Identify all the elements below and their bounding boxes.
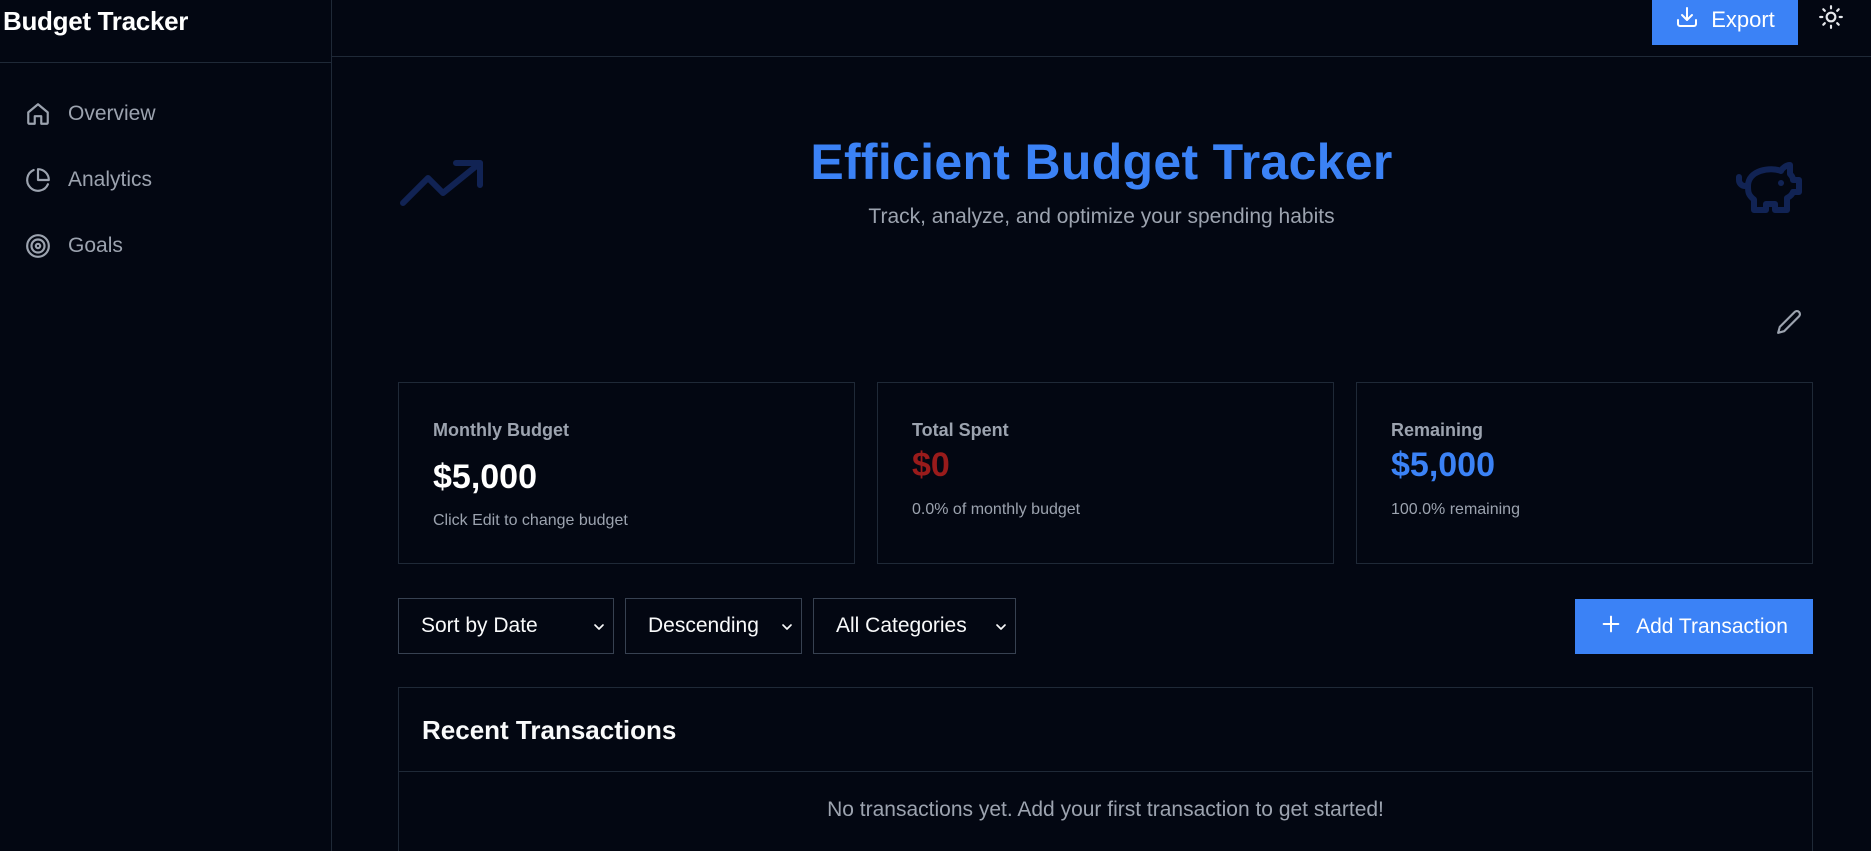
card-note: 100.0% remaining <box>1391 501 1520 518</box>
sun-icon <box>1818 4 1844 35</box>
theme-toggle-button[interactable] <box>1814 2 1848 36</box>
transactions-title: Recent Transactions <box>399 688 1812 772</box>
card-label: Monthly Budget <box>433 420 569 440</box>
select-value: All Categories <box>836 614 967 637</box>
pencil-icon <box>1776 309 1802 340</box>
card-label: Remaining <box>1391 420 1484 440</box>
sort-order-select[interactable]: Descending <box>625 598 802 654</box>
pie-chart-icon <box>24 166 52 194</box>
page-subtitle: Track, analyze, and optimize your spendi… <box>868 205 1335 228</box>
sort-by-select[interactable]: Sort by Date <box>398 598 614 654</box>
add-transaction-button[interactable]: Add Transaction <box>1575 599 1813 654</box>
spent-value: $0 <box>912 446 950 484</box>
sidebar-item-overview[interactable]: Overview <box>0 81 331 147</box>
sidebar-nav: Overview Analytics Goals <box>0 63 331 279</box>
monthly-budget-card: Monthly Budget $5,000 Click Edit to chan… <box>398 382 855 564</box>
empty-state-message: No transactions yet. Add your first tran… <box>827 798 1384 821</box>
top-bar: Export <box>332 0 1871 57</box>
select-value: Sort by Date <box>421 614 538 637</box>
select-value: Descending <box>648 614 759 637</box>
card-note: 0.0% of monthly budget <box>912 501 1081 518</box>
export-button[interactable]: Export <box>1652 0 1798 45</box>
chevron-down-icon <box>591 617 607 633</box>
app-brand: Budget Tracker <box>0 0 331 63</box>
sidebar-item-label: Overview <box>68 102 156 125</box>
target-icon <box>24 232 52 260</box>
add-transaction-label: Add Transaction <box>1636 614 1788 638</box>
total-spent-card: Total Spent $0 0.0% of monthly budget <box>877 382 1334 564</box>
budget-value: $5,000 <box>433 458 537 496</box>
sidebar: Budget Tracker Overview Analytics Goals <box>0 0 332 851</box>
piggy-bank-icon <box>1724 150 1814 222</box>
transactions-panel: Recent Transactions No transactions yet.… <box>398 687 1813 851</box>
download-icon <box>1675 5 1699 35</box>
category-filter-select[interactable]: All Categories <box>813 598 1016 654</box>
page-title: Efficient Budget Tracker <box>810 134 1393 190</box>
edit-budget-button[interactable] <box>1772 307 1806 341</box>
card-label: Total Spent <box>912 420 1009 440</box>
remaining-card: Remaining $5,000 100.0% remaining <box>1356 382 1813 564</box>
chevron-down-icon <box>993 617 1009 633</box>
plus-icon <box>1600 613 1622 641</box>
sidebar-item-label: Goals <box>68 234 123 257</box>
sidebar-item-label: Analytics <box>68 168 153 191</box>
export-label: Export <box>1711 6 1775 32</box>
chevron-down-icon <box>779 617 795 633</box>
remaining-value: $5,000 <box>1391 446 1495 484</box>
sidebar-item-goals[interactable]: Goals <box>0 213 331 279</box>
card-note: Click Edit to change budget <box>433 512 628 529</box>
home-icon <box>24 100 52 128</box>
sidebar-item-analytics[interactable]: Analytics <box>0 147 331 213</box>
